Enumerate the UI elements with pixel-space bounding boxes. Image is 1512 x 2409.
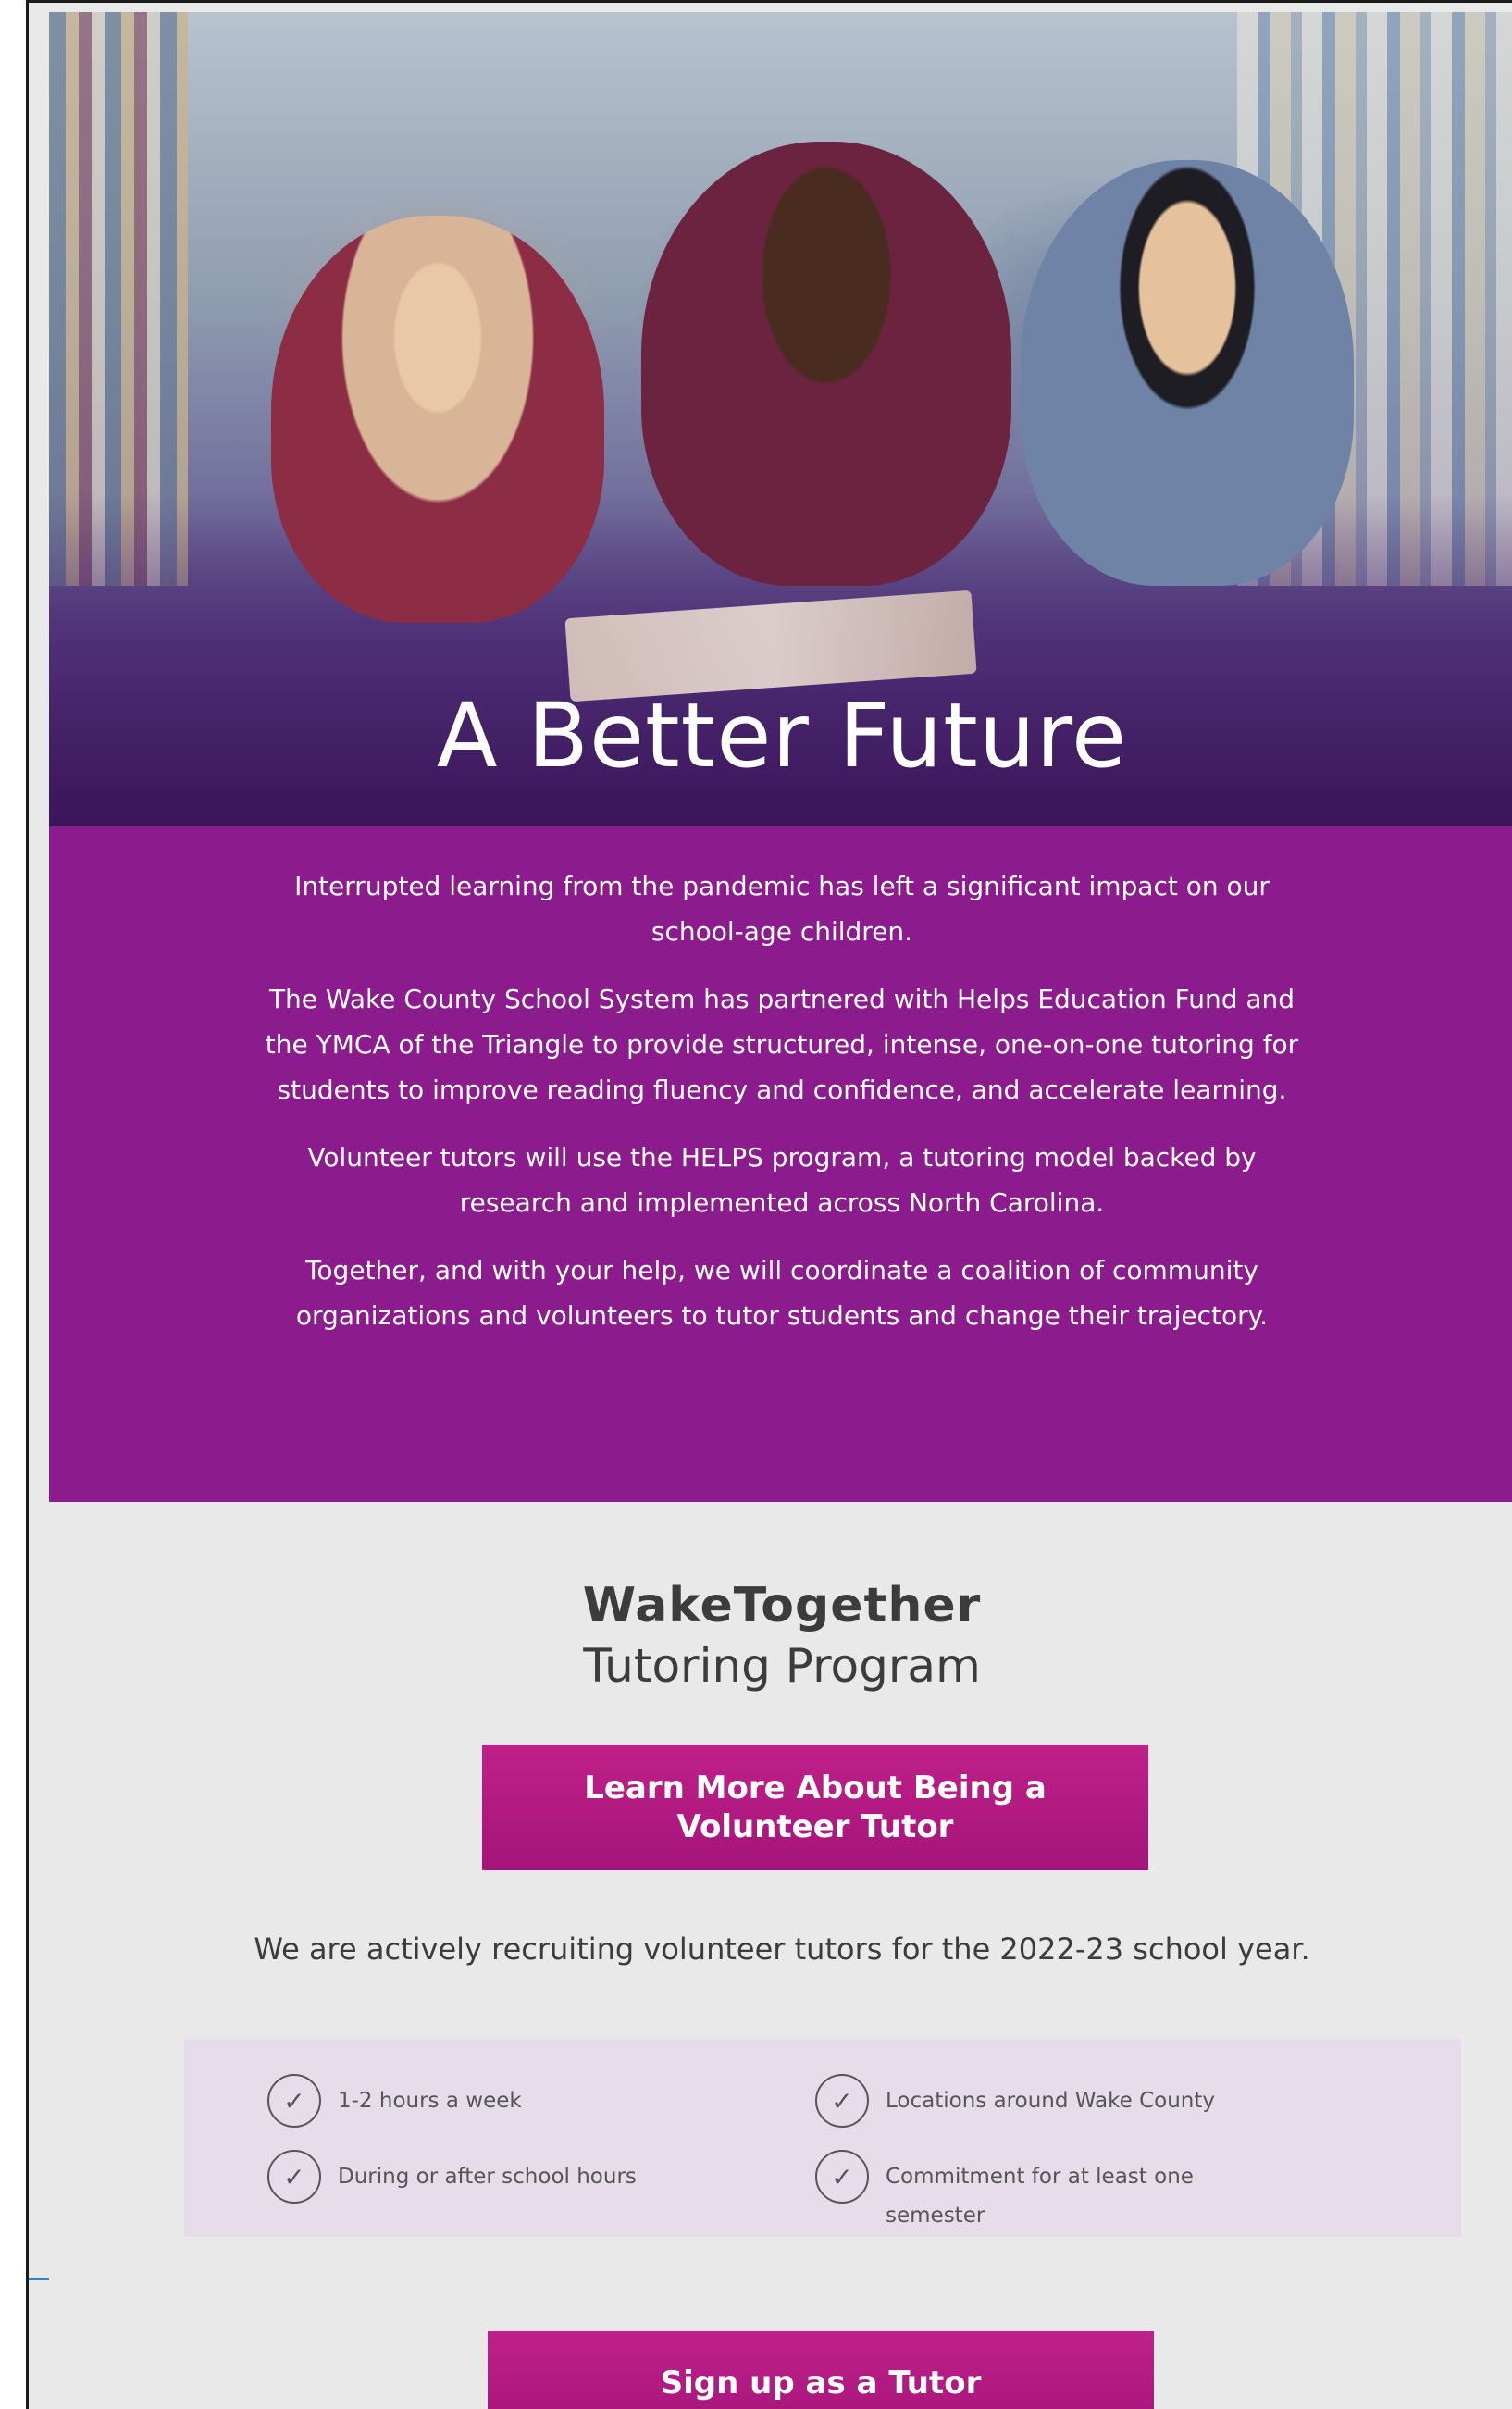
check-circle-icon: ✓ (815, 2150, 869, 2204)
email-body: A Better Future Interrupted learning fro… (49, 12, 1512, 2409)
email-frame: A Better Future Interrupted learning fro… (26, 0, 1512, 2409)
child-figure-center (641, 142, 1011, 586)
perk-label: 1-2 hours a week (338, 2089, 522, 2113)
perk-item: ✓ 1-2 hours a week (267, 2074, 522, 2128)
perk-item: ✓ During or after school hours (267, 2150, 637, 2204)
intro-section: Interrupted learning from the pandemic h… (49, 826, 1512, 1502)
sign-up-button[interactable]: Sign up as a Tutor (488, 2331, 1154, 2409)
perk-item: ✓ Commitment for at least one semester (815, 2150, 1283, 2235)
check-circle-icon: ✓ (815, 2074, 869, 2128)
perk-label: Commitment for at least one semester (886, 2165, 1194, 2228)
perks-box: ✓ 1-2 hours a week ✓ During or after sch… (184, 2039, 1461, 2237)
child-figure-right (1021, 160, 1354, 586)
check-circle-icon: ✓ (267, 2150, 321, 2204)
intro-paragraph: Interrupted learning from the pandemic h… (294, 871, 1270, 947)
intro-paragraph: Volunteer tutors will use the HELPS prog… (307, 1142, 1257, 1218)
program-name: WakeTogether (582, 1578, 982, 1633)
program-section: WakeTogether Tutoring Program Learn More… (49, 1502, 1512, 2409)
program-subtitle: Tutoring Program (583, 1639, 981, 1693)
perk-item: ✓ Locations around Wake County (815, 2074, 1215, 2128)
perk-label: During or after school hours (338, 2165, 637, 2189)
intro-paragraph: Together, and with your help, we will co… (295, 1255, 1269, 1331)
child-figure-left (271, 216, 604, 623)
hero-banner: A Better Future (49, 12, 1512, 826)
intro-paragraph: The Wake County School System has partne… (265, 984, 1299, 1105)
check-circle-icon: ✓ (267, 2074, 321, 2128)
perk-label: Locations around Wake County (886, 2089, 1215, 2113)
recruiting-text: We are actively recruiting volunteer tut… (254, 1931, 1310, 1967)
learn-more-button[interactable]: Learn More About Being a Volunteer Tutor (482, 1745, 1148, 1870)
hero-title: A Better Future (436, 684, 1128, 788)
